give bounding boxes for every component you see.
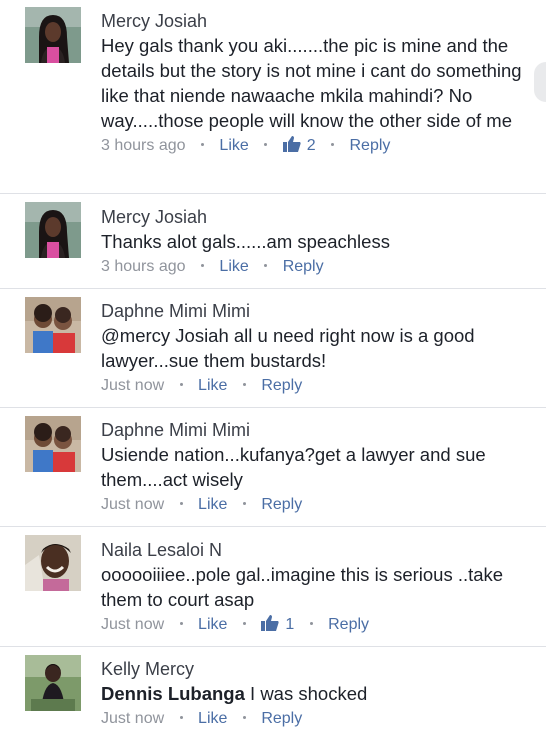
avatar[interactable] [25,297,81,353]
separator-dot [200,142,204,146]
separator-dot [264,263,268,267]
like-button[interactable]: Like [198,377,227,394]
divider [0,193,546,194]
separator-dot [242,501,246,505]
like-button[interactable]: Like [219,258,248,275]
mentioned-user-link[interactable]: Dennis Lubanga [101,683,245,704]
separator-dot [179,382,183,386]
separator-dot [179,621,183,625]
like-count-value: 2 [306,137,316,154]
like-button[interactable]: Like [198,616,227,633]
separator-dot [309,621,313,625]
divider [0,288,546,289]
comment-author[interactable]: Mercy Josiah [101,206,531,228]
like-count-value: 1 [285,616,295,633]
divider [0,526,546,527]
comment-meta: Just now Like Reply [101,493,531,517]
separator-dot [242,715,246,719]
separator-dot [179,501,183,505]
reply-button[interactable]: Reply [350,137,391,154]
comment-timestamp: Just now [101,616,165,633]
avatar[interactable] [25,416,81,472]
comment-timestamp: 3 hours ago [101,137,186,154]
like-button[interactable]: Like [198,496,227,513]
comment-timestamp: Just now [101,710,165,727]
thumbs-up-icon [261,615,279,631]
separator-dot [331,142,335,146]
divider [0,407,546,408]
avatar[interactable] [25,202,81,258]
like-count[interactable]: 1 [261,615,295,633]
separator-dot [264,142,268,146]
avatar-children-icon [25,416,81,472]
comment-author[interactable]: Kelly Mercy [101,658,531,680]
avatar-girl-icon [25,535,81,591]
comment-meta: 3 hours ago Like 2 Reply [101,134,531,158]
comment-timestamp: Just now [101,377,165,394]
avatar-children-icon [25,297,81,353]
comment-meta: 3 hours ago Like Reply [101,255,531,279]
comment-author[interactable]: Mercy Josiah [101,10,531,32]
comment-author[interactable]: Daphne Mimi Mimi [101,300,531,322]
avatar-woman-icon [25,655,81,711]
comment-meta: Just now Like Reply [101,374,531,398]
separator-dot [242,382,246,386]
comment-text-body: I was shocked [250,683,368,704]
comment-author[interactable]: Naila Lesaloi N [101,539,531,561]
like-count[interactable]: 2 [282,136,316,154]
avatar[interactable] [25,655,81,711]
reply-button[interactable]: Reply [283,258,324,275]
comment-timestamp: 3 hours ago [101,258,186,275]
divider [0,646,546,647]
separator-dot [242,621,246,625]
avatar[interactable] [25,7,81,63]
comment-text: @mercy Josiah all u need right now is a … [101,325,475,371]
comment-timestamp: Just now [101,496,165,513]
avatar[interactable] [25,535,81,591]
thumbs-up-icon [282,136,301,152]
reply-button[interactable]: Reply [261,377,302,394]
comment-text: Dennis Lubanga I was shocked [101,681,531,706]
reply-button[interactable]: Reply [261,710,302,727]
reply-button[interactable]: Reply [328,616,369,633]
comment-author[interactable]: Daphne Mimi Mimi [101,419,531,441]
avatar-woman-icon [25,202,81,258]
comment-text: Usiende nation...kufanya?get a lawyer an… [101,444,486,490]
separator-dot [200,263,204,267]
scroll-indicator[interactable] [534,62,546,102]
like-button[interactable]: Like [219,137,248,154]
reply-button[interactable]: Reply [261,496,302,513]
separator-dot [179,715,183,719]
comment-meta: Just now Like Reply [101,707,531,731]
comment-text: Hey gals thank you aki.......the pic is … [101,35,522,131]
avatar-woman-icon [25,7,81,63]
like-button[interactable]: Like [198,710,227,727]
comment-text: Thanks alot gals......am speachless [101,231,390,252]
comment-meta: Just now Like 1 Reply [101,613,531,637]
comment-text: oooooiiiee..pole gal..imagine this is se… [101,564,504,610]
